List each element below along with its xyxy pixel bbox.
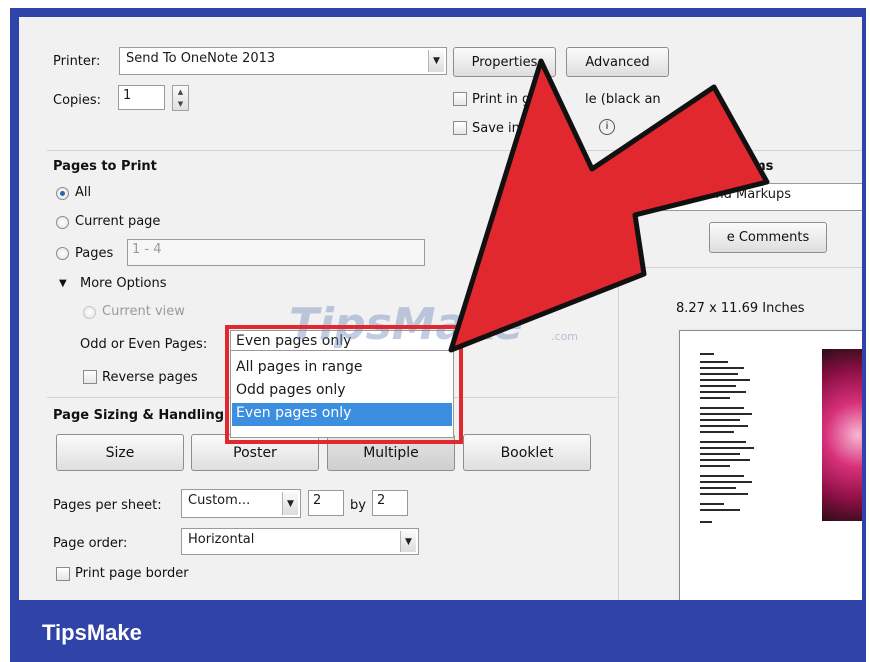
annotation-arrow-icon <box>448 58 770 353</box>
frame-right-border <box>862 8 866 608</box>
footer-bar: TipsMake <box>10 600 866 662</box>
frame-top-border <box>10 8 866 17</box>
frame-left-border <box>10 8 19 608</box>
footer-brand: TipsMake <box>42 620 142 645</box>
print-dialog: Printer: Send To OneNote 2013 ▼ Properti… <box>19 17 862 600</box>
